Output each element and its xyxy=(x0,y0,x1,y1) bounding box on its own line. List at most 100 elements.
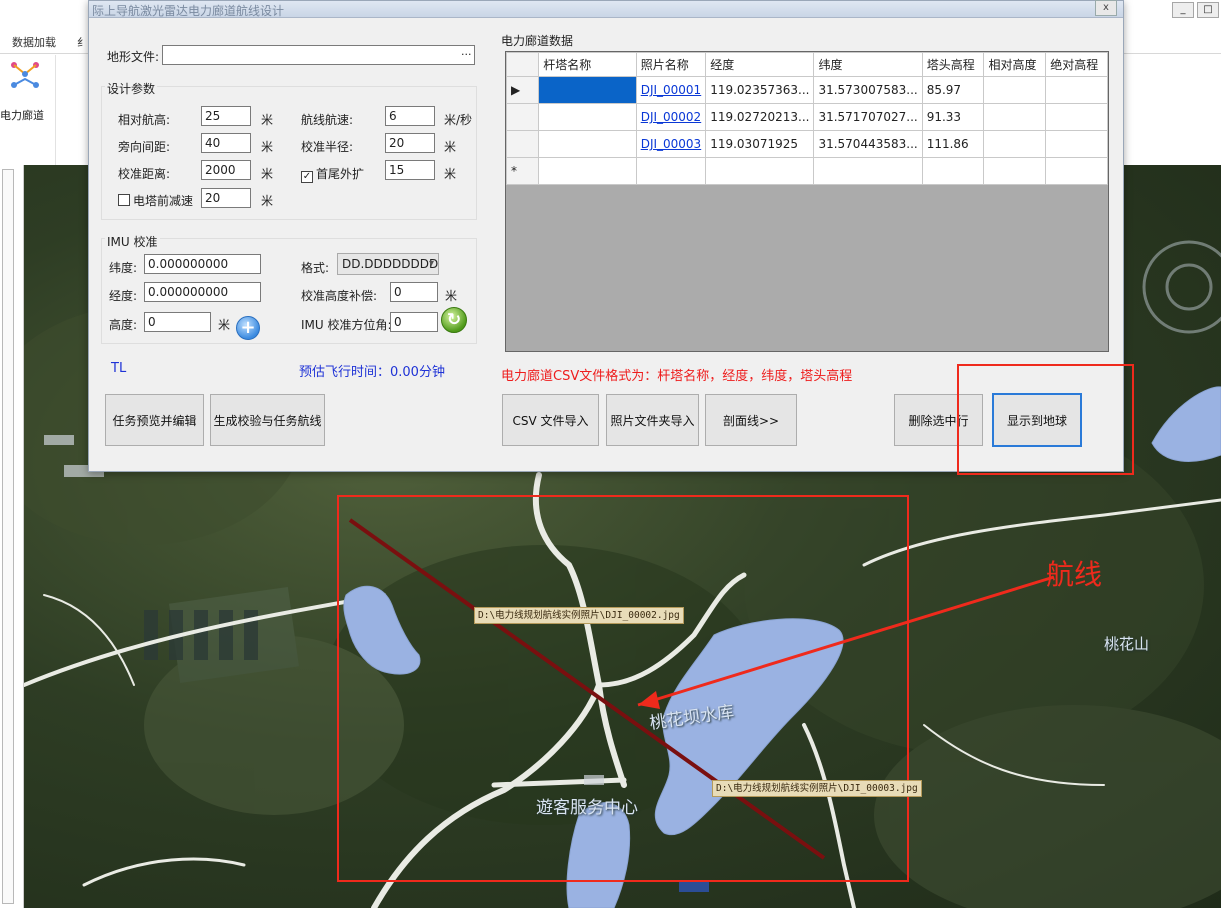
cell-tower-name[interactable] xyxy=(538,103,637,131)
cell-relative-height[interactable] xyxy=(983,130,1047,158)
photo-link[interactable]: DJI_00002 xyxy=(641,110,702,124)
table-row[interactable]: ▶ DJI_00001 119.02357363... 31.573007583… xyxy=(505,76,1108,104)
table-row-new[interactable]: * xyxy=(505,157,1108,185)
rel-alt-input[interactable]: 25 xyxy=(201,106,251,126)
cell-tower-name[interactable] xyxy=(538,76,637,104)
terrain-file-label: 地形文件: xyxy=(107,50,160,64)
col-tower-name[interactable]: 杆塔名称 xyxy=(538,52,637,77)
speed-label: 航线航速: xyxy=(301,113,354,127)
ends-extend-input[interactable]: 15 xyxy=(385,160,435,180)
cell-latitude[interactable]: 31.571707027... xyxy=(813,103,923,131)
dialog-close-button[interactable]: x xyxy=(1095,0,1117,16)
flight-time-label: 预估飞行时间：0.00分钟 xyxy=(299,365,445,380)
imu-lat-label: 纬度: xyxy=(109,261,138,275)
col-longitude[interactable]: 经度 xyxy=(705,52,815,77)
cell-tower-name[interactable] xyxy=(538,157,637,185)
left-panel xyxy=(0,165,24,908)
ends-extend-checkbox[interactable]: ✓ 首尾外扩 xyxy=(301,165,364,183)
terrain-file-input[interactable] xyxy=(162,45,475,65)
side-spacing-label: 旁向间距: xyxy=(118,140,171,154)
cell-longitude[interactable]: 119.02720213... xyxy=(705,103,815,131)
imu-height-input[interactable]: 0 xyxy=(144,312,211,332)
calib-radius-label: 校准半径: xyxy=(301,140,354,154)
calib-height-input[interactable]: 0 xyxy=(390,282,438,302)
photo-link[interactable]: DJI_00001 xyxy=(641,83,702,97)
cell-latitude[interactable]: 31.573007583... xyxy=(813,76,923,104)
refresh-icon[interactable]: ↻ xyxy=(441,307,467,333)
ribbon-tab-partial[interactable]: 纟 xyxy=(77,34,88,50)
ribbon-tab-data-load[interactable]: 数据加载 xyxy=(12,34,56,50)
col-latitude[interactable]: 纬度 xyxy=(813,52,923,77)
add-calib-point-icon[interactable]: + xyxy=(236,316,260,340)
corridor-table: 杆塔名称 照片名称 经度 纬度 塔头高程 相对高度 绝对高程 ▶ DJI_000… xyxy=(505,52,1108,185)
col-tower-elevation[interactable]: 塔头高程 xyxy=(921,52,985,77)
side-spacing-input[interactable]: 40 xyxy=(201,133,251,153)
generate-route-button[interactable]: 生成校验与任务航线 xyxy=(210,394,325,446)
cell-tower-elevation[interactable]: 91.33 xyxy=(921,103,985,131)
table-row[interactable]: DJI_00003 119.03071925 31.570443583... 1… xyxy=(505,130,1108,158)
row-selector[interactable] xyxy=(505,130,540,158)
cell-relative-height[interactable] xyxy=(983,103,1047,131)
cell-absolute-elevation[interactable] xyxy=(1045,76,1108,104)
cell-absolute-elevation[interactable] xyxy=(1045,130,1108,158)
azimuth-input[interactable]: 0 xyxy=(390,312,438,332)
profile-line-button[interactable]: 剖面线>> xyxy=(705,394,797,446)
cell-latitude[interactable]: 31.570443583... xyxy=(813,130,923,158)
calib-radius-input[interactable]: 20 xyxy=(385,133,435,153)
cell-photo-name[interactable]: DJI_00003 xyxy=(635,130,707,158)
cell-tower-elevation[interactable] xyxy=(921,157,985,185)
photo-label-dji-00002: D:\电力线规划航线实例照片\DJI_00002.jpg xyxy=(474,607,684,624)
col-absolute-elevation[interactable]: 绝对高程 xyxy=(1045,52,1108,77)
tower-decel-input[interactable]: 20 xyxy=(201,188,251,208)
tower-decel-checkbox[interactable]: 电塔前减速 xyxy=(118,192,193,209)
cell-longitude[interactable] xyxy=(705,157,815,185)
row-selector[interactable]: ▶ xyxy=(505,76,540,104)
col-photo-name[interactable]: 照片名称 xyxy=(635,52,707,77)
preview-edit-button[interactable]: 任务预览并编辑 xyxy=(105,394,204,446)
corridor-data-grid[interactable]: 杆塔名称 照片名称 经度 纬度 塔头高程 相对高度 绝对高程 ▶ DJI_000… xyxy=(505,51,1109,352)
format-label: 格式: xyxy=(301,261,330,275)
cell-absolute-elevation[interactable] xyxy=(1045,103,1108,131)
cell-photo-name[interactable] xyxy=(635,157,707,185)
ribbon-group-power-corridor[interactable]: 电力廊道 xyxy=(0,55,56,165)
format-select-value: DD.DDDDDDDD xyxy=(342,257,439,271)
row-selector[interactable] xyxy=(505,103,540,131)
azimuth-label: IMU 校准方位角: xyxy=(301,318,392,332)
cell-tower-name[interactable] xyxy=(538,130,637,158)
photo-folder-import-button[interactable]: 照片文件夹导入 xyxy=(606,394,699,446)
imu-lon-label: 经度: xyxy=(109,289,138,303)
ends-extend-label: 首尾外扩 xyxy=(316,167,365,181)
calib-height-label: 校准高度补偿: xyxy=(301,289,378,303)
speed-input[interactable]: 6 xyxy=(385,106,435,126)
cell-absolute-elevation[interactable] xyxy=(1045,157,1108,185)
cell-tower-elevation[interactable]: 85.97 xyxy=(921,76,985,104)
cell-longitude[interactable]: 119.02357363... xyxy=(705,76,815,104)
col-relative-height[interactable]: 相对高度 xyxy=(983,52,1047,77)
cell-photo-name[interactable]: DJI_00002 xyxy=(635,103,707,131)
calib-dist-input[interactable]: 2000 xyxy=(201,160,251,180)
csv-import-button[interactable]: CSV 文件导入 xyxy=(502,394,599,446)
cell-relative-height[interactable] xyxy=(983,76,1047,104)
table-row[interactable]: DJI_00002 119.02720213... 31.571707027..… xyxy=(505,103,1108,131)
imu-lat-input[interactable]: 0.000000000 xyxy=(144,254,261,274)
cell-tower-elevation[interactable]: 111.86 xyxy=(921,130,985,158)
cell-longitude[interactable]: 119.03071925 xyxy=(705,130,815,158)
cell-photo-name[interactable]: DJI_00001 xyxy=(635,76,707,104)
left-panel-scroll[interactable] xyxy=(2,169,14,904)
row-header-corner xyxy=(505,52,540,77)
maximize-button[interactable]: □ xyxy=(1197,2,1219,18)
cell-relative-height[interactable] xyxy=(983,157,1047,185)
dialog-titlebar[interactable]: 际上导航激光雷达电力廊道航线设计 x xyxy=(89,0,1123,18)
calib-radius-unit: 米 xyxy=(444,140,457,154)
cell-latitude[interactable] xyxy=(813,157,923,185)
imu-lon-input[interactable]: 0.000000000 xyxy=(144,282,261,302)
minimize-button[interactable]: _ xyxy=(1172,2,1194,18)
browse-button[interactable]: ... xyxy=(461,45,472,58)
calib-height-unit: 米 xyxy=(445,289,458,303)
format-select[interactable]: DD.DDDDDDDD ▾ xyxy=(337,253,439,275)
photo-link[interactable]: DJI_00003 xyxy=(641,137,702,151)
row-selector[interactable]: * xyxy=(505,157,540,185)
calib-dist-unit: 米 xyxy=(261,167,274,181)
imu-height-label: 高度: xyxy=(109,318,138,332)
visitor-center-label: 遊客服务中心 xyxy=(536,798,638,818)
